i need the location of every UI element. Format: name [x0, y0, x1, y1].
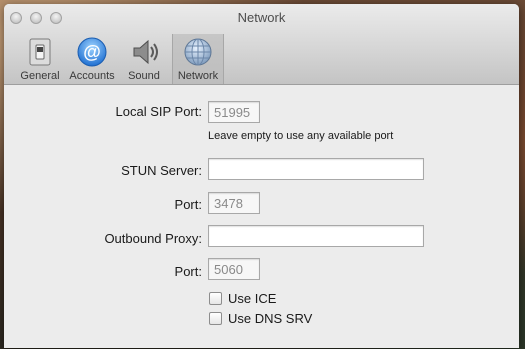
outbound-proxy-field[interactable] — [208, 225, 424, 247]
use-ice-checkbox[interactable] — [209, 292, 222, 305]
use-ice-label: Use ICE — [228, 291, 277, 306]
tab-general[interactable]: General — [14, 34, 66, 84]
window-title: Network — [237, 10, 286, 25]
preferences-window: Network General @ Accounts Sound Network… — [4, 4, 519, 348]
tab-sound[interactable]: Sound — [118, 34, 170, 84]
proxy-port-label: Port: — [174, 264, 202, 279]
use-ice-option[interactable]: Use ICE — [209, 291, 276, 306]
tab-label: Accounts — [69, 70, 115, 82]
local-sip-port-field[interactable] — [208, 101, 260, 123]
tab-accounts[interactable]: @ Accounts — [66, 34, 118, 84]
network-pane: Local SIP Port: Leave empty to use any a… — [4, 85, 519, 348]
tab-label: General — [20, 70, 60, 82]
svg-text:@: @ — [83, 42, 101, 62]
use-dns-srv-checkbox[interactable] — [209, 312, 222, 325]
at-sign-icon: @ — [77, 37, 107, 67]
tab-network[interactable]: Network — [172, 34, 224, 84]
local-sip-port-hint: Leave empty to use any available port — [208, 130, 394, 142]
use-dns-srv-option[interactable]: Use DNS SRV — [209, 311, 312, 326]
stun-server-label: STUN Server: — [121, 163, 202, 178]
stun-port-field[interactable] — [208, 192, 260, 214]
local-sip-port-label: Local SIP Port: — [115, 104, 202, 119]
proxy-port-field[interactable] — [208, 258, 260, 280]
tab-label: Network — [177, 70, 219, 82]
stun-port-label: Port: — [174, 197, 202, 212]
preferences-toolbar: General @ Accounts Sound Network — [14, 34, 224, 84]
switch-icon — [29, 38, 51, 66]
stun-server-field[interactable] — [208, 158, 424, 180]
tab-label: Sound — [128, 70, 160, 82]
outbound-proxy-label: Outbound Proxy: — [104, 231, 202, 246]
speaker-icon — [133, 39, 158, 65]
title-bar: Network General @ Accounts Sound Network — [4, 4, 519, 85]
globe-icon — [184, 38, 212, 66]
use-dns-srv-label: Use DNS SRV — [228, 311, 313, 326]
